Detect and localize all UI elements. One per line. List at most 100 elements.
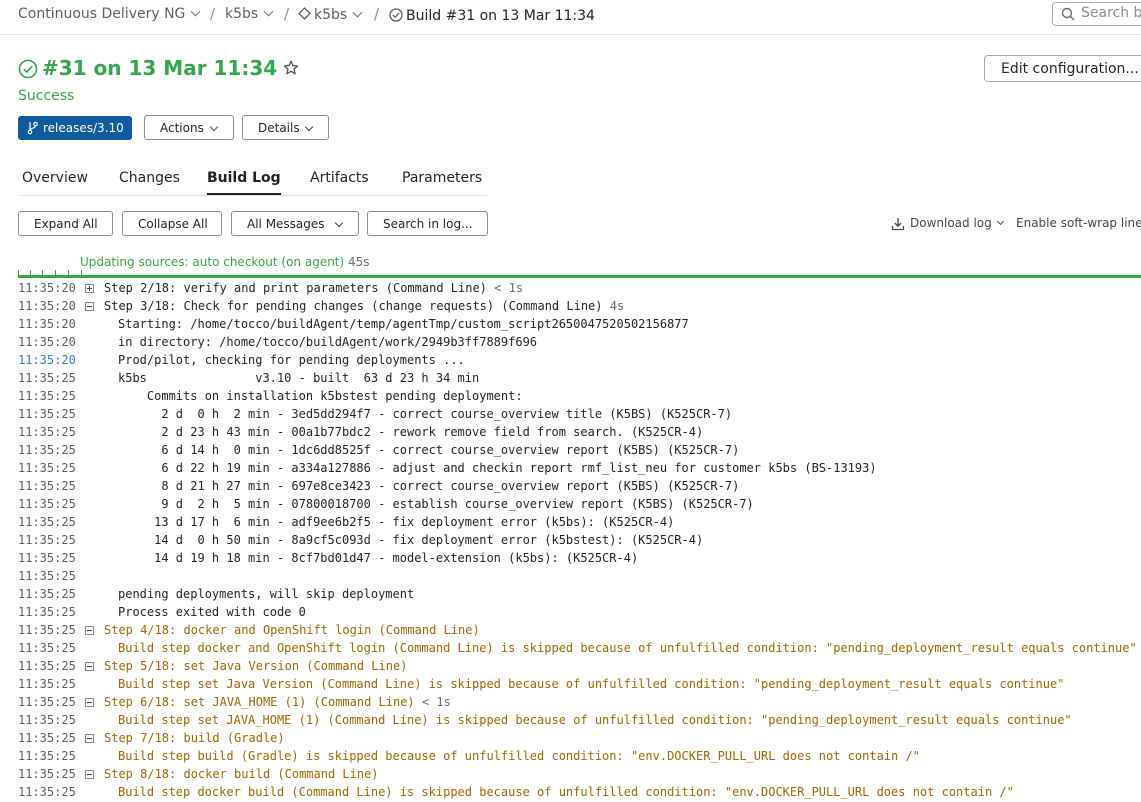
details-button[interactable]: Details (242, 115, 329, 140)
log-timestamp[interactable]: 11:35:20 (18, 299, 76, 313)
log-timestamp[interactable]: 11:35:25 (18, 569, 76, 583)
log-timestamp[interactable]: 11:35:25 (18, 605, 76, 619)
log-row: 11:35:25 6 d 14 h 0 min - 1dc6dd8525f - … (0, 442, 1141, 460)
log-timestamp[interactable]: 11:35:25 (18, 497, 76, 511)
tab-overview[interactable]: Overview (22, 170, 88, 186)
log-row: 11:35:25 2 d 23 h 43 min - 00a1b77bdc2 -… (0, 424, 1141, 442)
log-timestamp[interactable]: 11:35:20 (18, 317, 76, 331)
build-config-icon (298, 7, 311, 20)
log-timestamp[interactable]: 11:35:25 (18, 479, 76, 493)
log-timestamp[interactable]: 11:35:25 (18, 587, 76, 601)
log-timestamp[interactable]: 11:35:20 (18, 335, 76, 349)
download-icon (891, 218, 905, 231)
message-filter-label: All Messages (247, 217, 325, 231)
log-row: 11:35:25 13 d 17 h 6 min - adf9ee6b2f5 -… (0, 514, 1141, 532)
log-row: 11:35:25 pending deployments, will skip d… (0, 586, 1141, 604)
message-filter-select[interactable]: All Messages (231, 211, 359, 236)
log-timestamp[interactable]: 11:35:25 (18, 749, 76, 763)
log-message: Build step docker build (Command Line) i… (118, 785, 1014, 799)
breadcrumb-separator: / (210, 5, 216, 23)
log-text: 8 d 21 h 27 min - 697e8ce3423 - correct … (118, 479, 740, 493)
collapse-icon[interactable] (85, 302, 94, 311)
log-text: pending deployments, will skip deploymen… (118, 587, 415, 601)
collapse-icon[interactable] (85, 698, 94, 707)
success-icon (389, 8, 403, 22)
log-row: 11:35:25 Step 8/18: docker build (Command… (0, 766, 1141, 784)
expand-all-button[interactable]: Expand All (18, 211, 113, 236)
log-message: 8 d 21 h 27 min - 697e8ce3423 - correct … (118, 479, 739, 493)
log-text: Step 7/18: build (Gradle) (104, 731, 285, 745)
log-timestamp[interactable]: 11:35:25 (18, 695, 76, 709)
download-log-label: Download log (910, 216, 992, 230)
log-timestamp[interactable]: 11:35:20 (18, 281, 76, 295)
log-text: Build step docker build (Command Line) i… (118, 785, 1014, 799)
search-in-log-button[interactable]: Search in log... (367, 211, 488, 236)
log-timestamp[interactable]: 11:35:25 (18, 623, 76, 637)
log-text: Commits on installation k5bstest pending… (118, 389, 523, 403)
tab-build-log[interactable]: Build Log (207, 170, 281, 186)
log-message: Process exited with code 0 (118, 605, 306, 619)
log-timestamp[interactable]: 11:35:25 (18, 713, 76, 727)
log-row: 11:35:25 Step 4/18: docker and OpenShift … (0, 622, 1141, 640)
log-message: 6 d 14 h 0 min - 1dc6dd8525f - correct c… (118, 443, 739, 457)
breadcrumb-build-config[interactable]: k5bs (298, 6, 363, 23)
tab-changes[interactable]: Changes (119, 170, 180, 186)
breadcrumb-subproject-label: k5bs (225, 6, 259, 22)
log-text: 2 d 0 h 2 min - 3ed5dd294f7 - correct co… (118, 407, 733, 421)
log-message: Step 6/18: set JAVA_HOME (1) (Command Li… (104, 695, 451, 709)
log-timestamp[interactable]: 11:35:25 (18, 425, 76, 439)
expand-icon[interactable] (85, 284, 94, 293)
log-duration: < 1s (494, 281, 524, 295)
breadcrumb-subproject[interactable]: k5bs (225, 6, 274, 22)
collapse-icon[interactable] (85, 626, 94, 635)
log-timestamp[interactable]: 11:35:25 (18, 461, 76, 475)
tab-parameters[interactable]: Parameters (402, 170, 482, 186)
success-icon (18, 59, 38, 79)
log-message: Step 8/18: docker build (Command Line) (104, 767, 379, 781)
log-text: Step 8/18: docker build (Command Line) (104, 767, 379, 781)
log-message: 2 d 0 h 2 min - 3ed5dd294f7 - correct co… (118, 407, 732, 421)
chevron-down-icon (263, 6, 274, 17)
tab-artifacts[interactable]: Artifacts (310, 170, 369, 186)
log-timestamp[interactable]: 11:35:25 (18, 731, 76, 745)
log-text: Step 3/18: Check for pending changes (ch… (104, 299, 603, 313)
log-text: 14 d 0 h 50 min - 8a9cf5c093d - fix depl… (118, 533, 704, 547)
breadcrumb-project[interactable]: Continuous Delivery NG (18, 6, 201, 22)
log-timestamp[interactable]: 11:35:25 (18, 551, 76, 565)
breadcrumb-build-config-label: k5bs (314, 7, 348, 23)
log-timestamp[interactable]: 11:35:20 (18, 353, 76, 367)
log-timestamp[interactable]: 11:35:25 (18, 389, 76, 403)
log-timestamp[interactable]: 11:35:25 (18, 677, 76, 691)
chevron-down-icon (304, 122, 314, 132)
edit-configuration-button[interactable]: Edit configuration... (984, 55, 1141, 82)
log-timestamp[interactable]: 11:35:25 (18, 785, 76, 799)
log-timestamp[interactable]: 11:35:25 (18, 515, 76, 529)
collapse-icon[interactable] (85, 734, 94, 743)
log-timestamp[interactable]: 11:35:25 (18, 533, 76, 547)
chevron-down-icon (209, 122, 219, 132)
log-timestamp[interactable]: 11:35:25 (18, 767, 76, 781)
softwrap-toggle[interactable]: Enable soft-wrap lines (1016, 216, 1141, 230)
log-timestamp[interactable]: 11:35:25 (18, 407, 76, 421)
page-title: #31 on 13 Mar 11:34 (42, 56, 278, 80)
log-timestamp[interactable]: 11:35:25 (18, 443, 76, 457)
build-log: 11:35:20 Step 2/18: verify and print para… (0, 280, 1141, 802)
log-row: 11:35:25 14 d 0 h 50 min - 8a9cf5c093d -… (0, 532, 1141, 550)
branch-badge[interactable]: releases/3.10 (18, 116, 132, 140)
collapse-icon[interactable] (85, 662, 94, 671)
breadcrumb-separator: / (374, 5, 380, 23)
log-text: Prod/pilot, checking for pending deploym… (118, 353, 465, 367)
star-icon[interactable] (283, 60, 299, 76)
log-message: pending deployments, will skip deploymen… (118, 587, 414, 601)
log-timestamp[interactable]: 11:35:25 (18, 641, 76, 655)
progress-label: Updating sources: auto checkout (on agen… (80, 255, 370, 269)
collapse-all-button[interactable]: Collapse All (122, 211, 222, 236)
log-message: 14 d 0 h 50 min - 8a9cf5c093d - fix depl… (118, 533, 703, 547)
log-timestamp[interactable]: 11:35:25 (18, 371, 76, 385)
log-row: 11:35:25 Commits on installation k5bstes… (0, 388, 1141, 406)
search-input[interactable]: Search b (1052, 2, 1141, 26)
log-row: 11:35:25 Build step set JAVA_HOME (1) (Co… (0, 712, 1141, 730)
log-timestamp[interactable]: 11:35:25 (18, 659, 76, 673)
actions-button[interactable]: Actions (144, 115, 234, 140)
collapse-icon[interactable] (85, 770, 94, 779)
